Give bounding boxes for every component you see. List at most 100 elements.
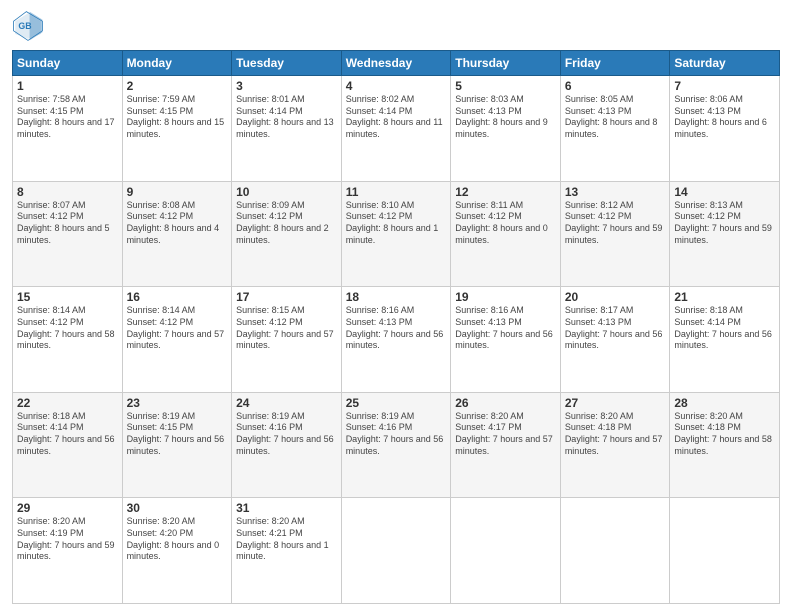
day-cell: 10Sunrise: 8:09 AMSunset: 4:12 PMDayligh… xyxy=(232,181,342,287)
day-number: 24 xyxy=(236,396,337,410)
day-info: Sunrise: 8:09 AMSunset: 4:12 PMDaylight:… xyxy=(236,200,337,247)
day-info: Sunrise: 8:03 AMSunset: 4:13 PMDaylight:… xyxy=(455,94,556,141)
day-number: 3 xyxy=(236,79,337,93)
day-number: 20 xyxy=(565,290,666,304)
week-row: 22Sunrise: 8:18 AMSunset: 4:14 PMDayligh… xyxy=(13,392,780,498)
day-number: 12 xyxy=(455,185,556,199)
day-info: Sunrise: 7:59 AMSunset: 4:15 PMDaylight:… xyxy=(127,94,228,141)
day-info: Sunrise: 8:20 AMSunset: 4:18 PMDaylight:… xyxy=(674,411,775,458)
day-info: Sunrise: 8:14 AMSunset: 4:12 PMDaylight:… xyxy=(127,305,228,352)
day-number: 19 xyxy=(455,290,556,304)
header-row: SundayMondayTuesdayWednesdayThursdayFrid… xyxy=(13,51,780,76)
day-info: Sunrise: 8:20 AMSunset: 4:17 PMDaylight:… xyxy=(455,411,556,458)
page: GB SundayMondayTuesdayWednesdayThursdayF… xyxy=(0,0,792,612)
day-cell xyxy=(451,498,561,604)
day-info: Sunrise: 8:18 AMSunset: 4:14 PMDaylight:… xyxy=(17,411,118,458)
day-info: Sunrise: 8:10 AMSunset: 4:12 PMDaylight:… xyxy=(346,200,447,247)
day-info: Sunrise: 8:14 AMSunset: 4:12 PMDaylight:… xyxy=(17,305,118,352)
day-cell: 16Sunrise: 8:14 AMSunset: 4:12 PMDayligh… xyxy=(122,287,232,393)
day-number: 13 xyxy=(565,185,666,199)
day-cell xyxy=(560,498,670,604)
day-cell: 28Sunrise: 8:20 AMSunset: 4:18 PMDayligh… xyxy=(670,392,780,498)
day-info: Sunrise: 8:16 AMSunset: 4:13 PMDaylight:… xyxy=(455,305,556,352)
day-cell: 3Sunrise: 8:01 AMSunset: 4:14 PMDaylight… xyxy=(232,76,342,182)
day-header: Saturday xyxy=(670,51,780,76)
day-header: Thursday xyxy=(451,51,561,76)
week-row: 8Sunrise: 8:07 AMSunset: 4:12 PMDaylight… xyxy=(13,181,780,287)
day-number: 9 xyxy=(127,185,228,199)
day-cell: 9Sunrise: 8:08 AMSunset: 4:12 PMDaylight… xyxy=(122,181,232,287)
week-row: 15Sunrise: 8:14 AMSunset: 4:12 PMDayligh… xyxy=(13,287,780,393)
day-cell: 14Sunrise: 8:13 AMSunset: 4:12 PMDayligh… xyxy=(670,181,780,287)
day-number: 27 xyxy=(565,396,666,410)
calendar: SundayMondayTuesdayWednesdayThursdayFrid… xyxy=(12,50,780,604)
day-info: Sunrise: 8:17 AMSunset: 4:13 PMDaylight:… xyxy=(565,305,666,352)
day-header: Sunday xyxy=(13,51,123,76)
day-cell: 19Sunrise: 8:16 AMSunset: 4:13 PMDayligh… xyxy=(451,287,561,393)
day-number: 1 xyxy=(17,79,118,93)
day-number: 11 xyxy=(346,185,447,199)
day-number: 7 xyxy=(674,79,775,93)
day-info: Sunrise: 8:13 AMSunset: 4:12 PMDaylight:… xyxy=(674,200,775,247)
day-number: 16 xyxy=(127,290,228,304)
day-number: 18 xyxy=(346,290,447,304)
day-info: Sunrise: 8:08 AMSunset: 4:12 PMDaylight:… xyxy=(127,200,228,247)
day-number: 6 xyxy=(565,79,666,93)
day-cell: 7Sunrise: 8:06 AMSunset: 4:13 PMDaylight… xyxy=(670,76,780,182)
day-info: Sunrise: 8:20 AMSunset: 4:20 PMDaylight:… xyxy=(127,516,228,563)
day-number: 4 xyxy=(346,79,447,93)
day-cell: 26Sunrise: 8:20 AMSunset: 4:17 PMDayligh… xyxy=(451,392,561,498)
day-info: Sunrise: 8:16 AMSunset: 4:13 PMDaylight:… xyxy=(346,305,447,352)
header: GB xyxy=(12,10,780,42)
day-number: 10 xyxy=(236,185,337,199)
day-cell: 20Sunrise: 8:17 AMSunset: 4:13 PMDayligh… xyxy=(560,287,670,393)
day-cell: 29Sunrise: 8:20 AMSunset: 4:19 PMDayligh… xyxy=(13,498,123,604)
day-info: Sunrise: 7:58 AMSunset: 4:15 PMDaylight:… xyxy=(17,94,118,141)
day-info: Sunrise: 8:01 AMSunset: 4:14 PMDaylight:… xyxy=(236,94,337,141)
svg-text:GB: GB xyxy=(18,21,31,31)
day-header: Monday xyxy=(122,51,232,76)
day-info: Sunrise: 8:06 AMSunset: 4:13 PMDaylight:… xyxy=(674,94,775,141)
day-number: 30 xyxy=(127,501,228,515)
day-number: 25 xyxy=(346,396,447,410)
day-cell: 15Sunrise: 8:14 AMSunset: 4:12 PMDayligh… xyxy=(13,287,123,393)
day-info: Sunrise: 8:19 AMSunset: 4:16 PMDaylight:… xyxy=(236,411,337,458)
day-cell: 21Sunrise: 8:18 AMSunset: 4:14 PMDayligh… xyxy=(670,287,780,393)
day-info: Sunrise: 8:20 AMSunset: 4:18 PMDaylight:… xyxy=(565,411,666,458)
day-cell: 8Sunrise: 8:07 AMSunset: 4:12 PMDaylight… xyxy=(13,181,123,287)
logo-icon: GB xyxy=(12,10,44,42)
day-number: 17 xyxy=(236,290,337,304)
day-cell: 25Sunrise: 8:19 AMSunset: 4:16 PMDayligh… xyxy=(341,392,451,498)
day-cell: 5Sunrise: 8:03 AMSunset: 4:13 PMDaylight… xyxy=(451,76,561,182)
day-number: 2 xyxy=(127,79,228,93)
day-header: Tuesday xyxy=(232,51,342,76)
day-number: 31 xyxy=(236,501,337,515)
day-cell: 22Sunrise: 8:18 AMSunset: 4:14 PMDayligh… xyxy=(13,392,123,498)
logo: GB xyxy=(12,10,48,42)
day-number: 29 xyxy=(17,501,118,515)
day-cell: 12Sunrise: 8:11 AMSunset: 4:12 PMDayligh… xyxy=(451,181,561,287)
day-cell xyxy=(341,498,451,604)
day-header: Wednesday xyxy=(341,51,451,76)
day-info: Sunrise: 8:12 AMSunset: 4:12 PMDaylight:… xyxy=(565,200,666,247)
day-info: Sunrise: 8:15 AMSunset: 4:12 PMDaylight:… xyxy=(236,305,337,352)
day-cell: 18Sunrise: 8:16 AMSunset: 4:13 PMDayligh… xyxy=(341,287,451,393)
day-cell xyxy=(670,498,780,604)
day-info: Sunrise: 8:20 AMSunset: 4:19 PMDaylight:… xyxy=(17,516,118,563)
week-row: 29Sunrise: 8:20 AMSunset: 4:19 PMDayligh… xyxy=(13,498,780,604)
day-cell: 17Sunrise: 8:15 AMSunset: 4:12 PMDayligh… xyxy=(232,287,342,393)
day-number: 23 xyxy=(127,396,228,410)
day-header: Friday xyxy=(560,51,670,76)
day-cell: 24Sunrise: 8:19 AMSunset: 4:16 PMDayligh… xyxy=(232,392,342,498)
day-number: 8 xyxy=(17,185,118,199)
day-cell: 2Sunrise: 7:59 AMSunset: 4:15 PMDaylight… xyxy=(122,76,232,182)
day-number: 28 xyxy=(674,396,775,410)
day-cell: 4Sunrise: 8:02 AMSunset: 4:14 PMDaylight… xyxy=(341,76,451,182)
day-cell: 11Sunrise: 8:10 AMSunset: 4:12 PMDayligh… xyxy=(341,181,451,287)
day-info: Sunrise: 8:05 AMSunset: 4:13 PMDaylight:… xyxy=(565,94,666,141)
day-number: 14 xyxy=(674,185,775,199)
day-info: Sunrise: 8:20 AMSunset: 4:21 PMDaylight:… xyxy=(236,516,337,563)
day-number: 5 xyxy=(455,79,556,93)
day-info: Sunrise: 8:18 AMSunset: 4:14 PMDaylight:… xyxy=(674,305,775,352)
day-number: 15 xyxy=(17,290,118,304)
